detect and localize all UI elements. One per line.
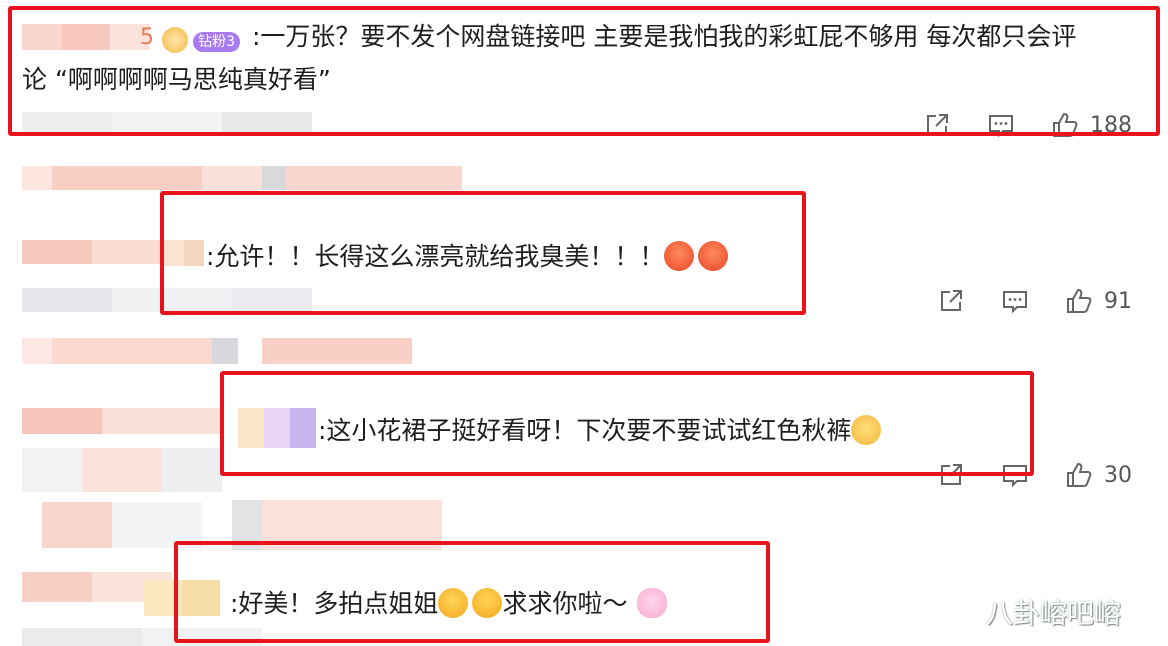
like-icon[interactable] bbox=[1064, 460, 1094, 490]
like-count: 30 bbox=[1104, 462, 1132, 488]
highlight-box-2 bbox=[160, 191, 806, 315]
comment-actions-2: 91 bbox=[936, 286, 1132, 316]
highlight-box-4 bbox=[174, 541, 770, 643]
share-icon[interactable] bbox=[936, 286, 966, 316]
like-icon[interactable] bbox=[1064, 286, 1094, 316]
like-count: 91 bbox=[1104, 288, 1132, 314]
watermark: 八卦嵱吧嵱 bbox=[986, 599, 1121, 630]
highlight-box-3 bbox=[220, 371, 1034, 476]
comment-icon[interactable] bbox=[1000, 286, 1030, 316]
highlight-box-1 bbox=[8, 6, 1160, 136]
